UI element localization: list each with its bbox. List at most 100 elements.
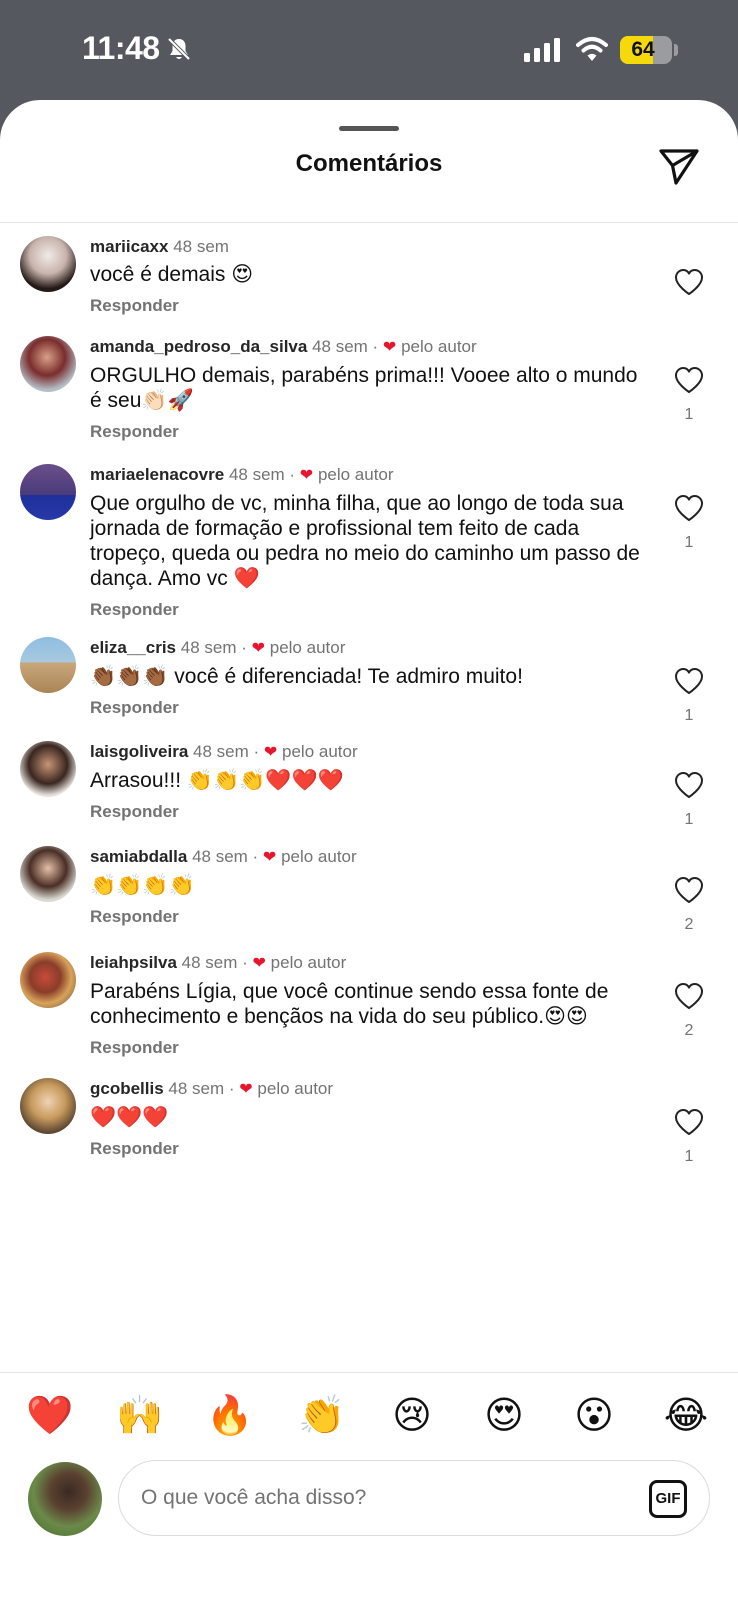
like-count: 2 <box>684 916 694 933</box>
avatar[interactable] <box>20 952 76 1008</box>
comment-body: eliza__cris 48 sem · ❤ pelo autor 👏🏾👏🏾👏🏾… <box>90 637 650 719</box>
reply-button[interactable]: Responder <box>90 295 650 317</box>
comments-sheet: Comentários mariicaxx 48 sem você é dema… <box>0 100 738 1600</box>
avatar[interactable] <box>20 236 76 292</box>
comment-text: 👏🏾👏🏾👏🏾 você é diferenciada! Te admiro mu… <box>90 665 523 688</box>
heart-outline-icon[interactable] <box>674 982 704 1010</box>
heart-outline-icon[interactable] <box>674 268 704 296</box>
wifi-icon <box>576 37 608 61</box>
sheet-title: Comentários <box>295 150 443 177</box>
author-heart-icon: ❤ <box>252 955 266 972</box>
avatar[interactable] <box>20 741 76 797</box>
author-like-label: pelo autor <box>401 337 477 356</box>
heart-outline-icon[interactable] <box>674 1108 704 1136</box>
heart-outline-icon[interactable] <box>674 494 704 522</box>
battery-icon: 64 <box>620 36 672 64</box>
comment-meta: samiabdalla 48 sem · ❤ pelo autor <box>90 847 357 866</box>
author-like-label: pelo autor <box>257 1079 334 1098</box>
comment-meta: mariicaxx 48 sem <box>90 236 650 258</box>
bell-off-icon <box>167 37 191 61</box>
reply-button[interactable]: Responder <box>90 697 650 719</box>
reaction-raised-hands[interactable]: 🙌 <box>116 1392 164 1440</box>
comment-time: 48 sem <box>173 237 229 256</box>
like-count: 2 <box>684 1022 694 1039</box>
comment-text: 👏👏👏👏 <box>90 874 195 897</box>
author-like-label: pelo autor <box>281 847 357 866</box>
avatar[interactable] <box>20 464 76 520</box>
like-count: 1 <box>684 707 694 724</box>
like-count: 1 <box>684 406 694 423</box>
comment-text: Parabéns Lígia, que você continue sendo … <box>90 980 609 1028</box>
signal-icon <box>524 38 560 62</box>
comment-meta: gcobellis 48 sem · ❤ pelo autor <box>90 1079 334 1098</box>
comment-text: ORGULHO demais, parabéns prima!!! Vooee … <box>90 364 638 412</box>
reply-button[interactable]: Responder <box>90 1037 650 1059</box>
comment-text: você é demais 😍 <box>90 263 254 286</box>
header-divider <box>0 222 738 223</box>
avatar[interactable] <box>20 336 76 392</box>
reaction-crying[interactable]: 😢 <box>388 1392 436 1440</box>
battery-percentage: 64 <box>631 38 655 61</box>
reaction-laughing[interactable]: 😂 <box>662 1392 710 1440</box>
author-heart-icon: ❤ <box>262 849 277 866</box>
reply-button[interactable]: Responder <box>90 421 650 443</box>
comment-body: gcobellis 48 sem · ❤ pelo autor ❤️❤️❤️ R… <box>90 1078 650 1160</box>
current-user-avatar <box>28 1462 102 1536</box>
reactions-divider <box>0 1372 738 1373</box>
like-count: 1 <box>684 534 694 551</box>
comment-username[interactable]: mariicaxx <box>90 237 168 256</box>
comment-body: amanda_pedroso_da_silva 48 sem · ❤ pelo … <box>90 336 650 443</box>
comment-body: leiahpsilva 48 sem · ❤ pelo autor Parabé… <box>90 952 650 1059</box>
avatar[interactable] <box>20 1078 76 1134</box>
comment-time: 48 sem <box>192 847 248 866</box>
comment-username[interactable]: laisgoliveira <box>90 742 188 761</box>
author-heart-icon: ❤ <box>299 467 314 484</box>
status-time: 11:48 <box>82 30 160 66</box>
gif-button[interactable]: GIF <box>649 1480 687 1518</box>
comment-username[interactable]: amanda_pedroso_da_silva <box>90 337 307 356</box>
comment-time: 48 sem <box>181 953 238 972</box>
comment-meta: amanda_pedroso_da_silva 48 sem · ❤ pelo … <box>90 337 477 356</box>
comment-username[interactable]: gcobellis <box>90 1079 164 1098</box>
author-like-label: pelo autor <box>317 465 394 484</box>
heart-outline-icon[interactable] <box>674 876 704 904</box>
comment-time: 48 sem <box>312 337 368 356</box>
comment-input[interactable]: O que você acha disso? GIF <box>118 1460 710 1536</box>
sheet-grabber[interactable] <box>339 126 399 131</box>
like-count: 1 <box>684 811 694 828</box>
comment-meta: laisgoliveira 48 sem · ❤ pelo autor <box>90 742 358 761</box>
comment-username[interactable]: eliza__cris <box>90 638 176 657</box>
comment-text: ❤️❤️❤️ <box>90 1106 169 1129</box>
reaction-heart[interactable]: ❤️ <box>26 1392 74 1440</box>
heart-outline-icon[interactable] <box>674 771 704 799</box>
reaction-surprised[interactable]: 😮 <box>570 1392 618 1440</box>
reply-button[interactable]: Responder <box>90 1138 650 1160</box>
comment-text: Que orgulho de vc, minha filha, que ao l… <box>90 492 640 590</box>
avatar[interactable] <box>20 637 76 693</box>
heart-outline-icon[interactable] <box>674 366 704 394</box>
comment-time: 48 sem <box>193 742 249 761</box>
author-heart-icon: ❤ <box>382 339 397 356</box>
like-count: 1 <box>684 1148 694 1165</box>
comment-time: 48 sem <box>228 465 285 484</box>
reply-button[interactable]: Responder <box>90 906 650 928</box>
reply-button[interactable]: Responder <box>90 801 650 823</box>
comment-body: laisgoliveira 48 sem · ❤ pelo autor Arra… <box>90 741 650 823</box>
comment-username[interactable]: mariaelenacovre <box>90 465 224 484</box>
comment-input-placeholder: O que você acha disso? <box>141 1486 367 1509</box>
comment-username[interactable]: leiahpsilva <box>90 953 177 972</box>
comment-meta: mariaelenacovre 48 sem · ❤ pelo autor <box>90 465 394 484</box>
heart-outline-icon[interactable] <box>674 667 704 695</box>
reaction-clap[interactable]: 👏 <box>298 1392 346 1440</box>
comment-meta: leiahpsilva 48 sem · ❤ pelo autor <box>90 953 347 972</box>
send-icon[interactable] <box>658 148 700 186</box>
comment-body: mariaelenacovre 48 sem · ❤ pelo autor Qu… <box>90 464 650 621</box>
comment-meta: eliza__cris 48 sem · ❤ pelo autor <box>90 638 346 657</box>
comment-body: samiabdalla 48 sem · ❤ pelo autor 👏👏👏👏 R… <box>90 846 650 928</box>
avatar[interactable] <box>20 846 76 902</box>
reaction-heart-eyes[interactable]: 😍 <box>480 1392 528 1440</box>
status-bar: 11:48 64 <box>0 0 738 100</box>
comment-username[interactable]: samiabdalla <box>90 847 187 866</box>
reply-button[interactable]: Responder <box>90 599 650 621</box>
reaction-fire[interactable]: 🔥 <box>206 1392 254 1440</box>
